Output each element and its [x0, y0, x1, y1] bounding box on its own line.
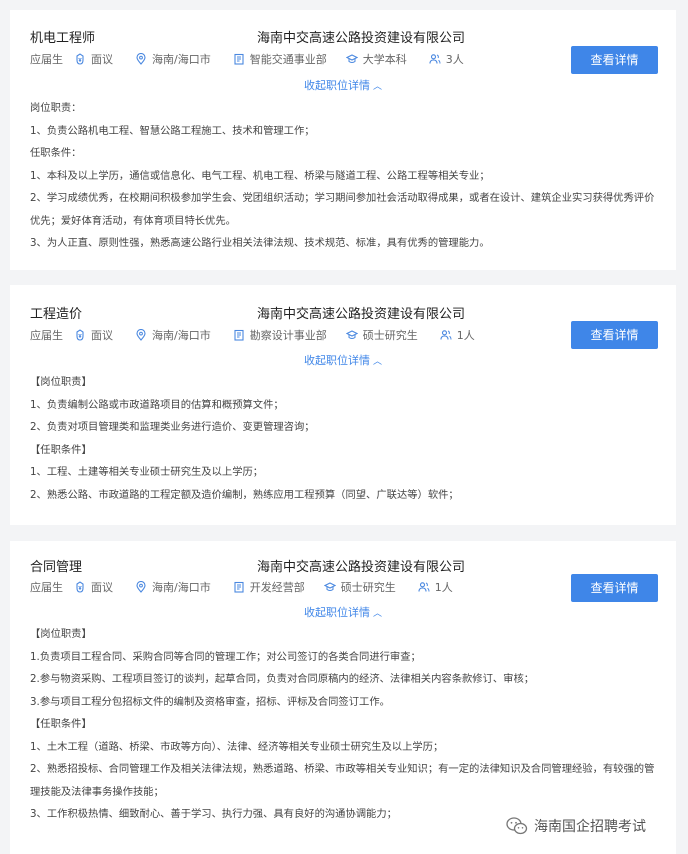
people-icon: [429, 54, 441, 64]
building-icon: [234, 329, 244, 341]
description-line: 2、熟悉招投标、合同管理工作及相关法律法规，熟悉道路、桥梁、市政等相关专业知识；…: [30, 763, 655, 798]
company-name[interactable]: 海南中交高速公路投资建设有限公司: [257, 27, 465, 46]
collapse-label: 收起职位详情: [303, 79, 370, 92]
description-line: 1、负责公路机电工程、智慧公路工程施工、技术和管理工作；: [30, 124, 315, 137]
job-card: 工程造价 海南中交高速公路投资建设有限公司 应届生 面议 海南/海口市 勘察设计…: [10, 285, 676, 525]
building-icon: [234, 53, 244, 65]
job-description: 【岗位职责】 1.负责项目工程合同、采购合同等合同的管理工作；对公司签订的各类合…: [30, 623, 660, 826]
watermark-text: 海南国企招聘考试: [534, 819, 646, 835]
company-name[interactable]: 海南中交高速公路投资建设有限公司: [257, 303, 465, 322]
view-details-button[interactable]: 查看详情: [571, 46, 658, 74]
location-text: 海南/海口市: [152, 581, 211, 594]
headcount-text: 3人: [445, 53, 464, 66]
graduation-cap-icon: [323, 582, 336, 591]
collapse-label: 收起职位详情: [303, 606, 370, 619]
location-pin-icon: [136, 581, 146, 593]
location-pin-icon: [136, 329, 146, 341]
department-text: 开发经营部: [249, 581, 305, 594]
wechat-icon: [506, 817, 528, 835]
chevron-up-icon: ︿: [372, 82, 382, 92]
education-text: 大学本科: [362, 53, 407, 66]
description-line: 1、工程、土建等相关专业硕士研究生及以上学历；: [30, 466, 264, 478]
job-meta: 应届生 面议 海南/海口市 智能交通事业部 大学本科 3人: [30, 50, 475, 68]
department-text: 智能交通事业部: [249, 53, 327, 66]
description-line: 1、负责编制公路或市政道路项目的估算和概预算文件；: [30, 398, 284, 411]
coin-icon: [76, 329, 84, 341]
job-title[interactable]: 工程造价: [30, 303, 82, 322]
job-meta: 应届生 面议 海南/海口市 开发经营部 硕士研究生 1人: [30, 578, 464, 596]
headcount-text: 1人: [456, 329, 475, 342]
graduation-cap-icon: [345, 54, 358, 63]
job-description: 岗位职责： 1、负责公路机电工程、智慧公路工程施工、技术和管理工作； 任职条件：…: [30, 97, 660, 255]
collapse-label: 收起职位详情: [303, 354, 370, 367]
education-text: 硕士研究生: [362, 329, 418, 342]
location-text: 海南/海口市: [152, 53, 211, 66]
job-type: 应届生: [30, 53, 63, 66]
people-icon: [440, 330, 452, 340]
coin-icon: [76, 581, 84, 593]
description-line: 1、本科及以上学历，通信或信息化、电气工程、机电工程、桥梁与隧道工程、公路工程等…: [30, 169, 490, 182]
job-title[interactable]: 机电工程师: [30, 27, 95, 46]
view-details-button[interactable]: 查看详情: [571, 574, 658, 602]
salary-text: 面议: [91, 581, 113, 594]
coin-icon: [76, 53, 84, 65]
people-icon: [418, 582, 430, 592]
chevron-up-icon: ︿: [372, 609, 382, 619]
view-details-button[interactable]: 查看详情: [571, 321, 658, 349]
description-line: 2.参与物资采购、工程项目签订的谈判，起草合同，负责对合同原稿内的经济、法律相关…: [30, 673, 535, 685]
description-line: 2、熟悉公路、市政道路的工程定额及造价编制，熟练应用工程预算（同望、广联达等）软…: [30, 488, 459, 501]
location-text: 海南/海口市: [152, 329, 211, 342]
description-line: 1、土木工程（道路、桥梁、市政等方向）、法律、经济等相关专业硕士研究生及以上学历…: [30, 740, 444, 753]
description-line: 2、学习成绩优秀，在校期间积极参加学生会、党团组织活动；学习期间参加社会活动取得…: [30, 192, 655, 227]
education-text: 硕士研究生: [340, 581, 396, 594]
collapse-details-link[interactable]: 收起职位详情 ︿: [10, 604, 676, 620]
description-line: 2、负责对项目管理类和监理类业务进行造价、变更管理咨询；: [30, 421, 315, 433]
company-name[interactable]: 海南中交高速公路投资建设有限公司: [257, 556, 465, 575]
description-line: 【任职条件】: [30, 718, 92, 730]
description-line: 3、为人正直、原则性强，熟悉高速公路行业相关法律法规、技术规范、标准，具有优秀的…: [30, 237, 490, 249]
headcount-text: 1人: [434, 581, 453, 594]
job-title[interactable]: 合同管理: [30, 556, 82, 575]
watermark: 海南国企招聘考试: [506, 816, 646, 836]
department-text: 勘察设计事业部: [249, 329, 327, 342]
description-line: 3.参与项目工程分包招标文件的编制及资格审查，招标、评标及合同签订工作。: [30, 695, 390, 708]
description-line: 【岗位职责】: [30, 376, 92, 388]
salary-text: 面议: [91, 53, 113, 66]
salary-text: 面议: [91, 329, 113, 342]
job-type: 应届生: [30, 581, 63, 594]
job-description: 【岗位职责】 1、负责编制公路或市政道路项目的估算和概预算文件； 2、负责对项目…: [30, 371, 660, 506]
building-icon: [234, 581, 244, 593]
description-line: 任职条件：: [30, 147, 82, 159]
description-line: 岗位职责：: [30, 102, 82, 114]
chevron-up-icon: ︿: [372, 357, 382, 367]
job-card: 机电工程师 海南中交高速公路投资建设有限公司 应届生 面议 海南/海口市 智能交…: [10, 10, 676, 270]
graduation-cap-icon: [345, 330, 358, 339]
location-pin-icon: [136, 53, 146, 65]
description-line: 【岗位职责】: [30, 628, 92, 640]
job-type: 应届生: [30, 329, 63, 342]
collapse-details-link[interactable]: 收起职位详情 ︿: [10, 77, 676, 93]
job-card: 合同管理 海南中交高速公路投资建设有限公司 应届生 面议 海南/海口市 开发经营…: [10, 541, 676, 854]
job-meta: 应届生 面议 海南/海口市 勘察设计事业部 硕士研究生 1人: [30, 326, 486, 344]
description-line: 1.负责项目工程合同、采购合同等合同的管理工作；对公司签订的各类合同进行审查；: [30, 650, 421, 663]
description-line: 【任职条件】: [30, 443, 92, 456]
collapse-details-link[interactable]: 收起职位详情 ︿: [10, 352, 676, 368]
